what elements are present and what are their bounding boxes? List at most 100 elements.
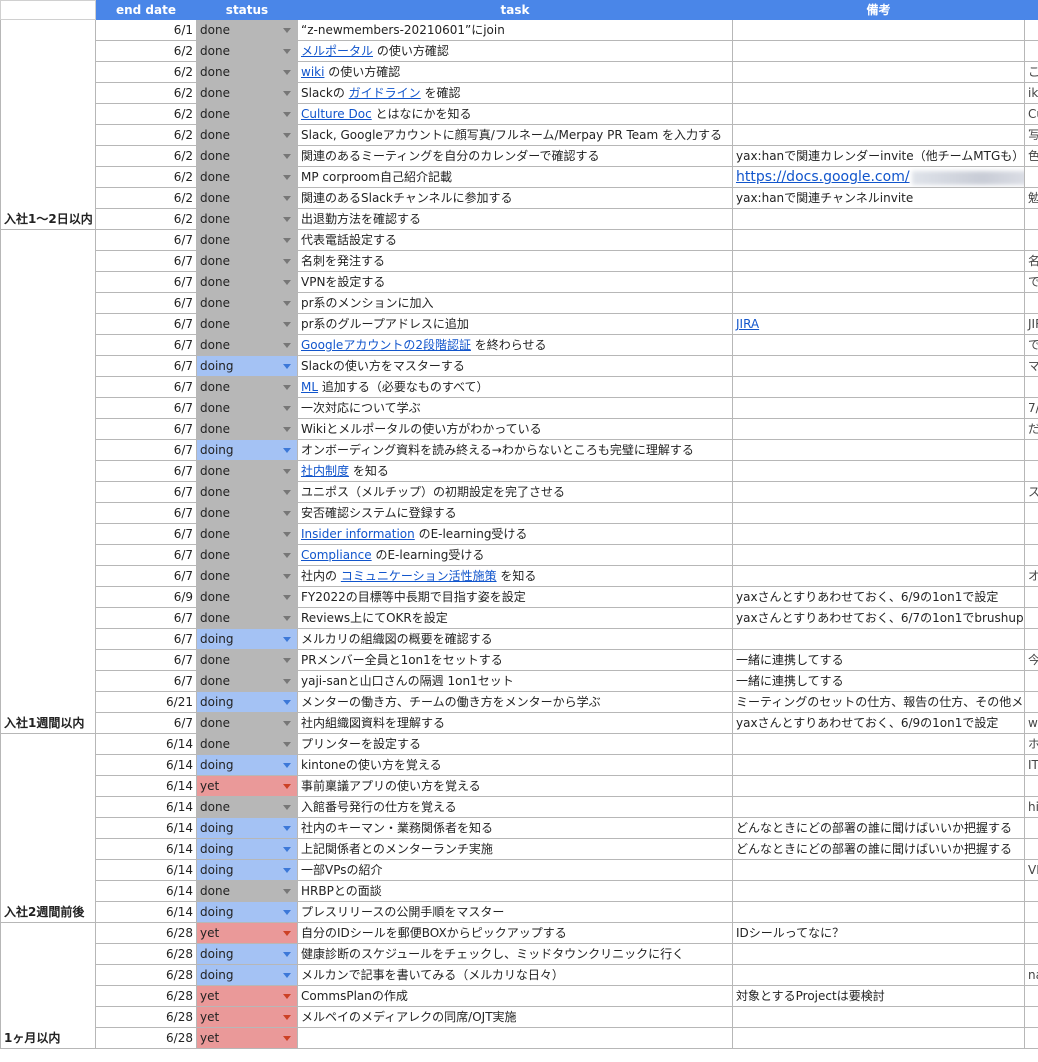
status-dropdown[interactable]: done xyxy=(196,418,298,440)
end-date-cell[interactable]: 6/7 xyxy=(95,292,197,314)
note-cell[interactable] xyxy=(732,418,1025,440)
task-cell[interactable]: プリンターを設定する xyxy=(297,733,733,755)
extra-cell[interactable]: 写 xyxy=(1024,124,1038,146)
note-cell[interactable]: https://docs.google.com/ xyxy=(732,166,1025,188)
note-cell[interactable] xyxy=(732,229,1025,251)
status-dropdown[interactable]: done xyxy=(196,19,298,41)
chevron-down-icon[interactable] xyxy=(283,385,291,390)
task-cell[interactable]: pr系のグループアドレスに追加 xyxy=(297,313,733,335)
note-cell[interactable] xyxy=(732,439,1025,461)
end-date-cell[interactable]: 6/7 xyxy=(95,418,197,440)
note-cell[interactable]: 一緒に連携してする xyxy=(732,670,1025,692)
chevron-down-icon[interactable] xyxy=(283,826,291,831)
chevron-down-icon[interactable] xyxy=(283,343,291,348)
status-dropdown[interactable]: done xyxy=(196,586,298,608)
task-cell[interactable]: 関連のあるSlackチャンネルに参加する xyxy=(297,187,733,209)
task-cell[interactable]: 一部VPsの紹介 xyxy=(297,859,733,881)
chevron-down-icon[interactable] xyxy=(283,889,291,894)
chevron-down-icon[interactable] xyxy=(283,112,291,117)
note-cell[interactable] xyxy=(732,208,1025,230)
note-cell[interactable]: yax:hanで関連カレンダーinvite（他チームMTGも） xyxy=(732,145,1025,167)
task-link[interactable]: wiki xyxy=(301,65,324,79)
end-date-cell[interactable]: 6/14 xyxy=(95,859,197,881)
extra-cell[interactable]: IT xyxy=(1024,754,1038,776)
status-dropdown[interactable]: done xyxy=(196,397,298,419)
status-dropdown[interactable]: doing xyxy=(196,838,298,860)
status-dropdown[interactable]: yet xyxy=(196,1006,298,1028)
note-cell[interactable]: yaxさんとすりあわせておく、6/9の1on1で設定 xyxy=(732,712,1025,734)
note-cell[interactable] xyxy=(732,334,1025,356)
extra-cell[interactable] xyxy=(1024,586,1038,608)
note-cell[interactable]: JIRA xyxy=(732,313,1025,335)
status-dropdown[interactable]: doing xyxy=(196,901,298,923)
end-date-cell[interactable]: 6/14 xyxy=(95,733,197,755)
task-cell[interactable]: 入館番号発行の仕方を覚える xyxy=(297,796,733,818)
chevron-down-icon[interactable] xyxy=(283,847,291,852)
extra-cell[interactable] xyxy=(1024,691,1038,713)
chevron-down-icon[interactable] xyxy=(283,427,291,432)
status-dropdown[interactable]: doing xyxy=(196,754,298,776)
extra-cell[interactable]: his xyxy=(1024,796,1038,818)
task-cell[interactable]: 社内のキーマン・業務関係者を知る xyxy=(297,817,733,839)
group-label[interactable]: 入社1週間以内 xyxy=(0,229,96,734)
status-dropdown[interactable]: done xyxy=(196,61,298,83)
status-dropdown[interactable]: doing xyxy=(196,859,298,881)
end-date-cell[interactable]: 6/7 xyxy=(95,355,197,377)
note-cell[interactable]: IDシールってなに？ xyxy=(732,922,1025,944)
chevron-down-icon[interactable] xyxy=(283,931,291,936)
task-cell[interactable]: wiki の使い方確認 xyxy=(297,61,733,83)
task-cell[interactable]: メルカンで記事を書いてみる（メルカリな日々） xyxy=(297,964,733,986)
note-cell[interactable] xyxy=(732,628,1025,650)
chevron-down-icon[interactable] xyxy=(283,91,291,96)
task-link[interactable]: ガイドライン xyxy=(349,86,421,100)
task-cell[interactable]: VPNを設定する xyxy=(297,271,733,293)
extra-cell[interactable] xyxy=(1024,922,1038,944)
note-cell[interactable]: どんなときにどの部署の誰に聞けばいいか把握する xyxy=(732,838,1025,860)
status-dropdown[interactable]: doing xyxy=(196,439,298,461)
task-cell[interactable]: Culture Doc とはなにかを知る xyxy=(297,103,733,125)
task-cell[interactable]: メルポータル の使い方確認 xyxy=(297,40,733,62)
chevron-down-icon[interactable] xyxy=(283,406,291,411)
note-cell[interactable] xyxy=(732,565,1025,587)
status-dropdown[interactable]: yet xyxy=(196,1027,298,1049)
task-cell[interactable]: yaji-sanと山口さんの隔週 1on1セット xyxy=(297,670,733,692)
end-date-cell[interactable]: 6/2 xyxy=(95,208,197,230)
extra-cell[interactable]: ホ xyxy=(1024,733,1038,755)
note-cell[interactable] xyxy=(732,82,1025,104)
end-date-cell[interactable]: 6/7 xyxy=(95,649,197,671)
extra-cell[interactable] xyxy=(1024,817,1038,839)
note-cell[interactable] xyxy=(732,460,1025,482)
extra-cell[interactable] xyxy=(1024,901,1038,923)
status-dropdown[interactable]: done xyxy=(196,187,298,209)
task-cell[interactable]: pr系のメンションに加入 xyxy=(297,292,733,314)
extra-cell[interactable]: na xyxy=(1024,964,1038,986)
status-dropdown[interactable]: doing xyxy=(196,628,298,650)
extra-cell[interactable] xyxy=(1024,439,1038,461)
end-date-cell[interactable]: 6/21 xyxy=(95,691,197,713)
task-cell[interactable]: 事前稟議アプリの使い方を覚える xyxy=(297,775,733,797)
chevron-down-icon[interactable] xyxy=(283,763,291,768)
group-label[interactable]: 入社2週間前後 xyxy=(0,733,96,923)
note-cell[interactable] xyxy=(732,124,1025,146)
extra-cell[interactable] xyxy=(1024,40,1038,62)
end-date-header[interactable]: end date xyxy=(95,0,197,20)
end-date-cell[interactable]: 6/7 xyxy=(95,334,197,356)
chevron-down-icon[interactable] xyxy=(283,301,291,306)
chevron-down-icon[interactable] xyxy=(283,595,291,600)
extra-cell[interactable]: iku xyxy=(1024,82,1038,104)
status-dropdown[interactable]: done xyxy=(196,313,298,335)
end-date-cell[interactable]: 6/2 xyxy=(95,187,197,209)
task-link[interactable]: ML xyxy=(301,380,318,394)
end-date-cell[interactable]: 6/7 xyxy=(95,397,197,419)
end-date-cell[interactable]: 6/14 xyxy=(95,817,197,839)
extra-cell[interactable] xyxy=(1024,670,1038,692)
end-date-cell[interactable]: 6/2 xyxy=(95,166,197,188)
extra-cell[interactable] xyxy=(1024,292,1038,314)
chevron-down-icon[interactable] xyxy=(283,1015,291,1020)
chevron-down-icon[interactable] xyxy=(283,805,291,810)
note-cell[interactable] xyxy=(732,502,1025,524)
status-dropdown[interactable]: doing xyxy=(196,817,298,839)
status-dropdown[interactable]: done xyxy=(196,502,298,524)
status-dropdown[interactable]: doing xyxy=(196,964,298,986)
chevron-down-icon[interactable] xyxy=(283,637,291,642)
